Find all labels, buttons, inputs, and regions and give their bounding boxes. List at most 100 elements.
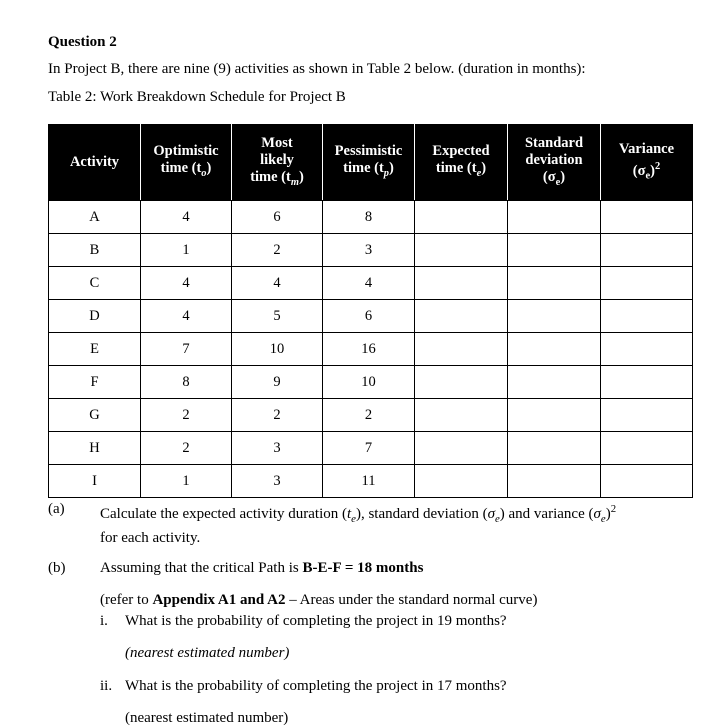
question-a-segment: Calculate the expected activity duration… — [100, 506, 347, 522]
table-row: H237 — [48, 431, 693, 465]
cell-expected[interactable] — [414, 464, 508, 498]
header-text: time (t — [435, 160, 477, 177]
cell-most_likely: 6 — [231, 200, 323, 234]
intro-sentence: In Project B, there are nine (9) activit… — [48, 61, 586, 77]
cell-std_dev[interactable] — [507, 266, 601, 300]
table-row: G222 — [48, 398, 693, 432]
cell-most_likely: 3 — [231, 464, 323, 498]
cell-optimistic: 1 — [140, 233, 232, 267]
cell-variance[interactable] — [600, 398, 693, 432]
header-line: Most — [261, 134, 293, 151]
question-b: (b) Assuming that the critical Path is B… — [48, 559, 698, 578]
cell-activity: H — [48, 431, 141, 465]
cell-variance[interactable] — [600, 266, 693, 300]
cell-activity: G — [48, 398, 141, 432]
question-a-text: Calculate the expected activity duration… — [100, 500, 698, 548]
cell-variance[interactable] — [600, 431, 693, 465]
table-caption: Table 2: Work Breakdown Schedule for Pro… — [48, 89, 346, 105]
header-text: ) — [389, 160, 394, 177]
question-b-text: Assuming that the critical Path is B-E-F… — [100, 559, 698, 578]
cell-std_dev[interactable] — [507, 365, 601, 399]
item-ii-note: (nearest estimated number) — [125, 710, 289, 726]
cell-pessimistic: 7 — [322, 431, 415, 465]
symbol-sigma: σ — [593, 506, 601, 522]
cell-std_dev[interactable] — [507, 332, 601, 366]
cell-optimistic: 4 — [140, 299, 232, 333]
cell-variance[interactable] — [600, 464, 693, 498]
table-row: B123 — [48, 233, 693, 267]
question-b-item-ii: ii. What is the probability of completin… — [100, 677, 698, 696]
cell-most_likely: 9 — [231, 365, 323, 399]
cell-optimistic: 2 — [140, 398, 232, 432]
cell-activity: E — [48, 332, 141, 366]
cell-pessimistic: 2 — [322, 398, 415, 432]
cell-variance[interactable] — [600, 299, 693, 333]
question-b-item-i: i. What is the probability of completing… — [100, 612, 698, 631]
header-line: time (tp) — [326, 160, 411, 182]
superscript-2: 2 — [610, 503, 617, 515]
column-header-pessimistic-time: Pessimistic time (tp) — [322, 124, 415, 201]
table-header-row: Activity Optimistic time (to) Most likel… — [48, 124, 693, 201]
cell-activity: D — [48, 299, 141, 333]
cell-optimistic: 7 — [140, 332, 232, 366]
question-a-marker: (a) — [48, 501, 65, 517]
question-a: (a) Calculate the expected activity dura… — [48, 500, 698, 548]
column-header-activity: Activity — [48, 124, 141, 201]
item-i-note: (nearest estimated number) — [125, 645, 290, 661]
cell-variance[interactable] — [600, 365, 693, 399]
item-i-text: What is the probability of completing th… — [125, 613, 507, 629]
cell-std_dev[interactable] — [507, 398, 601, 432]
header-text: (σ — [632, 162, 646, 179]
column-header-optimistic-time: Optimistic time (to) — [140, 124, 232, 201]
critical-path-value: B-E-F = 18 months — [302, 560, 424, 576]
cell-optimistic: 8 — [140, 365, 232, 399]
cell-std_dev[interactable] — [507, 464, 601, 498]
header-text: time (t — [250, 168, 291, 185]
header-line: time (tm) — [235, 169, 319, 191]
item-ii-text: What is the probability of completing th… — [125, 678, 507, 694]
cell-std_dev[interactable] — [507, 233, 601, 267]
cell-expected[interactable] — [414, 266, 508, 300]
reference-suffix: – Areas under the standard normal curve) — [285, 592, 538, 608]
cell-most_likely: 10 — [231, 332, 323, 366]
table-row: A468 — [48, 200, 693, 234]
item-ii-marker: ii. — [100, 678, 113, 694]
cell-activity: A — [48, 200, 141, 234]
header-text: ) — [206, 160, 212, 177]
cell-activity: F — [48, 365, 141, 399]
cell-expected[interactable] — [414, 398, 508, 432]
table-body: A 4 6 8 B 1 2 3 C 4 4 4 D 4 5 6 E 7 10 16 F 8 9 10 G 2 2 2 H 2 3 7 I 1 3 11 — [48, 200, 693, 498]
header-line: Expected — [432, 143, 490, 160]
cell-std_dev[interactable] — [507, 431, 601, 465]
question-a-line2: for each activity. — [100, 530, 201, 546]
cell-expected[interactable] — [414, 299, 508, 333]
intro-block: Question 2 In Project B, there are nine … — [48, 32, 694, 107]
table-row: E 7 10 16 — [48, 332, 693, 366]
cell-expected[interactable] — [414, 233, 508, 267]
header-line: (σe) — [511, 169, 597, 191]
cell-variance[interactable] — [600, 332, 693, 366]
header-superscript: 2 — [654, 160, 661, 172]
cell-expected[interactable] — [414, 200, 508, 234]
table-row: F 8 9 10 — [48, 365, 693, 399]
cell-activity: C — [48, 266, 141, 300]
table-header: Activity Optimistic time (to) Most likel… — [48, 124, 693, 201]
header-line: (σe)2 — [604, 158, 689, 185]
header-line: time (te) — [418, 160, 504, 182]
cell-std_dev[interactable] — [507, 299, 601, 333]
page-title: Question 2 — [48, 34, 117, 50]
cell-variance[interactable] — [600, 233, 693, 267]
cell-std_dev[interactable] — [507, 200, 601, 234]
cell-optimistic: 4 — [140, 200, 232, 234]
cell-expected[interactable] — [414, 365, 508, 399]
cell-activity: I — [48, 464, 141, 498]
cell-pessimistic: 8 — [322, 200, 415, 234]
question-a-segment: ) and variance ( — [499, 506, 594, 522]
cell-expected[interactable] — [414, 332, 508, 366]
cell-expected[interactable] — [414, 431, 508, 465]
header-line: Variance — [618, 140, 675, 157]
cell-activity: B — [48, 233, 141, 267]
cell-variance[interactable] — [600, 200, 693, 234]
